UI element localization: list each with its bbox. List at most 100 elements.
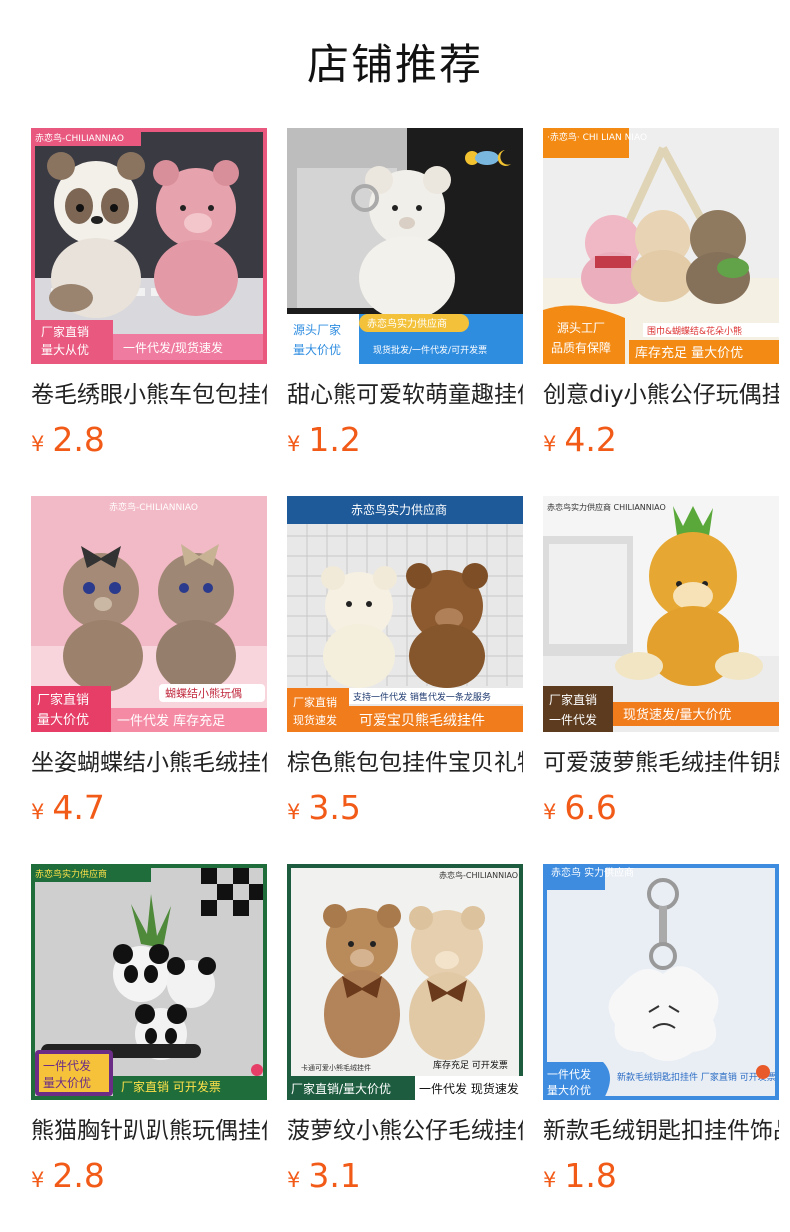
product-image[interactable]: 赤恋鸟实力供应商 一件代发 量大价优 厂家直销 可开发票	[31, 864, 267, 1100]
product-image[interactable]: 源头厂家 量大价优 赤恋鸟实力供应商 现货批发/一件代发/可开发票	[287, 128, 523, 364]
product-card[interactable]: 赤恋鸟-CHILIANNIAO 蝴蝶结小熊玩偶 厂家直销 量大价优 一件代发 库…	[31, 496, 267, 836]
currency-symbol: ¥	[31, 1168, 45, 1192]
svg-text:·赤恋鸟· CHI LIAN NIAO: ·赤恋鸟· CHI LIAN NIAO	[547, 131, 647, 143]
product-image-graphic: ·赤恋鸟· CHI LIAN NIAO 围巾&蝴蝶结&花朵小熊 源头工厂 品质有…	[543, 128, 779, 364]
product-title[interactable]: 甜心熊可爱软萌童趣挂件	[287, 378, 523, 412]
price-amount: 4.7	[52, 788, 105, 827]
product-image[interactable]: 赤恋鸟实力供应商 CHILIANNIAO 厂家直销 一件代发 现货速发/量大价优	[543, 496, 779, 732]
page-header: 店铺推荐	[0, 0, 790, 128]
svg-text:卡通可爱小熊毛绒挂件: 卡通可爱小熊毛绒挂件	[301, 1063, 371, 1072]
svg-text:现货速发/量大价优: 现货速发/量大价优	[623, 707, 731, 723]
price-amount: 1.2	[308, 420, 361, 459]
svg-text:厂家直销: 厂家直销	[37, 692, 89, 708]
svg-text:源头厂家: 源头厂家	[293, 322, 341, 337]
svg-text:一件代发: 一件代发	[43, 1058, 91, 1073]
product-title[interactable]: 卷毛绣眼小熊车包包挂件	[31, 378, 267, 412]
svg-text:赤恋鸟实力供应商: 赤恋鸟实力供应商	[367, 317, 447, 330]
price-amount: 1.8	[564, 1156, 617, 1195]
product-image[interactable]: 赤恋鸟 实力供应商 一件代发 量大价优 新款毛绒钥匙扣挂件 厂家直销 可开发票	[543, 864, 779, 1100]
svg-text:赤恋鸟实力供应商 CHILIANNIAO: 赤恋鸟实力供应商 CHILIANNIAO	[547, 502, 666, 512]
product-title[interactable]: 创意diy小熊公仔玩偶挂件	[543, 378, 779, 412]
svg-text:一件代发: 一件代发	[547, 1067, 591, 1081]
page-title: 店铺推荐	[306, 39, 483, 89]
product-image[interactable]: 赤恋鸟-CHILIANNIAO 蝴蝶结小熊玩偶 厂家直销 量大价优 一件代发 库…	[31, 496, 267, 732]
product-card[interactable]: ·赤恋鸟· CHI LIAN NIAO 围巾&蝴蝶结&花朵小熊 源头工厂 品质有…	[543, 128, 779, 468]
svg-text:赤恋鸟实力供应商: 赤恋鸟实力供应商	[351, 502, 447, 517]
svg-text:量大价优: 量大价优	[43, 1076, 91, 1090]
product-image-graphic: 源头厂家 量大价优 赤恋鸟实力供应商 现货批发/一件代发/可开发票	[287, 128, 523, 364]
product-card[interactable]: 赤恋鸟实力供应商 支持一件代发 销售代发一条龙服务 厂家直销 现货速发 可爱宝贝…	[287, 496, 523, 836]
svg-text:品质有保障: 品质有保障	[551, 340, 611, 355]
product-image[interactable]: ·赤恋鸟· CHI LIAN NIAO 围巾&蝴蝶结&花朵小熊 源头工厂 品质有…	[543, 128, 779, 364]
svg-text:赤恋鸟实力供应商: 赤恋鸟实力供应商	[35, 868, 107, 880]
svg-text:一件代发 库存充足: 一件代发 库存充足	[117, 713, 225, 729]
product-image[interactable]: 赤恋鸟-CHILIANNIAO 厂家直销 量大从优 一件代发/现货速发	[31, 128, 267, 364]
product-title[interactable]: 可爱菠萝熊毛绒挂件钥匙	[543, 746, 779, 780]
product-card[interactable]: 赤恋鸟实力供应商 一件代发 量大价优 厂家直销 可开发票 熊猫胸针趴趴熊玩偶挂件…	[31, 864, 267, 1204]
product-price: ¥ 4.2	[543, 420, 617, 460]
svg-text:现货速发: 现货速发	[293, 713, 337, 727]
product-price: ¥ 1.2	[287, 420, 361, 460]
product-card[interactable]: 赤恋鸟-CHILIANNIAO 卡通可爱小熊毛绒挂件 库存充足 可开发票 厂家直…	[287, 864, 523, 1204]
svg-text:现货批发/一件代发/可开发票: 现货批发/一件代发/可开发票	[373, 344, 487, 356]
product-image-graphic: 赤恋鸟 实力供应商 一件代发 量大价优 新款毛绒钥匙扣挂件 厂家直销 可开发票	[543, 864, 779, 1100]
product-image-graphic: 赤恋鸟-CHILIANNIAO 卡通可爱小熊毛绒挂件 库存充足 可开发票 厂家直…	[287, 864, 523, 1100]
currency-symbol: ¥	[287, 800, 301, 824]
product-image-graphic: 赤恋鸟-CHILIANNIAO 蝴蝶结小熊玩偶 厂家直销 量大价优 一件代发 库…	[31, 496, 267, 732]
product-image-graphic: 赤恋鸟实力供应商 CHILIANNIAO 厂家直销 一件代发 现货速发/量大价优	[543, 496, 779, 732]
product-price: ¥ 3.5	[287, 788, 361, 828]
price-amount: 3.1	[308, 1156, 361, 1195]
product-card[interactable]: 源头厂家 量大价优 赤恋鸟实力供应商 现货批发/一件代发/可开发票 甜心熊可爱软…	[287, 128, 523, 468]
svg-text:库存充足 量大价优: 库存充足 量大价优	[635, 345, 743, 361]
product-title[interactable]: 棕色熊包包挂件宝贝礼物	[287, 746, 523, 780]
product-image[interactable]: 赤恋鸟实力供应商 支持一件代发 销售代发一条龙服务 厂家直销 现货速发 可爱宝贝…	[287, 496, 523, 732]
product-card[interactable]: 赤恋鸟实力供应商 CHILIANNIAO 厂家直销 一件代发 现货速发/量大价优…	[543, 496, 779, 836]
price-amount: 3.5	[308, 788, 361, 827]
product-title[interactable]: 坐姿蝴蝶结小熊毛绒挂件	[31, 746, 267, 780]
price-amount: 2.8	[52, 420, 105, 459]
svg-text:厂家直销 可开发票: 厂家直销 可开发票	[121, 1079, 221, 1094]
product-title[interactable]: 新款毛绒钥匙扣挂件饰品	[543, 1114, 779, 1148]
price-amount: 6.6	[564, 788, 617, 827]
currency-symbol: ¥	[31, 432, 45, 456]
product-title[interactable]: 菠萝纹小熊公仔毛绒挂件	[287, 1114, 523, 1148]
svg-text:量大从优: 量大从优	[41, 343, 89, 357]
svg-text:量大价优: 量大价优	[547, 1083, 591, 1097]
image-brand-text: 赤恋鸟-CHILIANNIAO	[35, 132, 124, 144]
product-price: ¥ 2.8	[31, 1156, 105, 1196]
currency-symbol: ¥	[287, 432, 301, 456]
svg-text:新款毛绒钥匙扣挂件 厂家直销 可开发票: 新款毛绒钥匙扣挂件 厂家直销 可开发票	[617, 1071, 776, 1083]
svg-text:量大价优: 量大价优	[293, 343, 341, 357]
currency-symbol: ¥	[543, 1168, 557, 1192]
product-card[interactable]: 赤恋鸟 实力供应商 一件代发 量大价优 新款毛绒钥匙扣挂件 厂家直销 可开发票 …	[543, 864, 779, 1204]
currency-symbol: ¥	[543, 800, 557, 824]
product-price: ¥ 6.6	[543, 788, 617, 828]
svg-text:蝴蝶结小熊玩偶: 蝴蝶结小熊玩偶	[165, 686, 242, 700]
product-image-graphic: 赤恋鸟实力供应商 支持一件代发 销售代发一条龙服务 厂家直销 现货速发 可爱宝贝…	[287, 496, 523, 732]
svg-text:厂家直销: 厂家直销	[293, 695, 337, 709]
product-title[interactable]: 熊猫胸针趴趴熊玩偶挂件	[31, 1114, 267, 1148]
product-image[interactable]: 赤恋鸟-CHILIANNIAO 卡通可爱小熊毛绒挂件 库存充足 可开发票 厂家直…	[287, 864, 523, 1100]
svg-text:厂家直销: 厂家直销	[549, 692, 597, 707]
price-amount: 2.8	[52, 1156, 105, 1195]
currency-symbol: ¥	[287, 1168, 301, 1192]
svg-text:赤恋鸟-CHILIANNIAO: 赤恋鸟-CHILIANNIAO	[109, 501, 198, 513]
currency-symbol: ¥	[31, 800, 45, 824]
currency-symbol: ¥	[543, 432, 557, 456]
svg-text:赤恋鸟-CHILIANNIAO: 赤恋鸟-CHILIANNIAO	[439, 870, 518, 880]
product-price: ¥ 3.1	[287, 1156, 361, 1196]
product-image-graphic: 赤恋鸟实力供应商 一件代发 量大价优 厂家直销 可开发票	[31, 864, 267, 1100]
svg-text:量大价优: 量大价优	[37, 713, 89, 728]
product-price: ¥ 2.8	[31, 420, 105, 460]
svg-text:一件代发/现货速发: 一件代发/现货速发	[123, 340, 223, 355]
svg-text:赤恋鸟 实力供应商: 赤恋鸟 实力供应商	[551, 866, 634, 879]
price-amount: 4.2	[564, 420, 617, 459]
product-card[interactable]: 赤恋鸟-CHILIANNIAO 厂家直销 量大从优 一件代发/现货速发 卷毛绣眼…	[31, 128, 267, 468]
svg-text:厂家直销: 厂家直销	[41, 324, 89, 339]
product-image-graphic: 赤恋鸟-CHILIANNIAO 厂家直销 量大从优 一件代发/现货速发	[31, 128, 267, 364]
svg-text:可爱宝贝熊毛绒挂件: 可爱宝贝熊毛绒挂件	[359, 713, 485, 729]
svg-text:厂家直销/量大价优: 厂家直销/量大价优	[291, 1081, 391, 1096]
svg-text:一件代发 现货速发: 一件代发 现货速发	[419, 1081, 519, 1096]
product-price: ¥ 4.7	[31, 788, 105, 828]
svg-text:库存充足 可开发票: 库存充足 可开发票	[433, 1059, 508, 1071]
